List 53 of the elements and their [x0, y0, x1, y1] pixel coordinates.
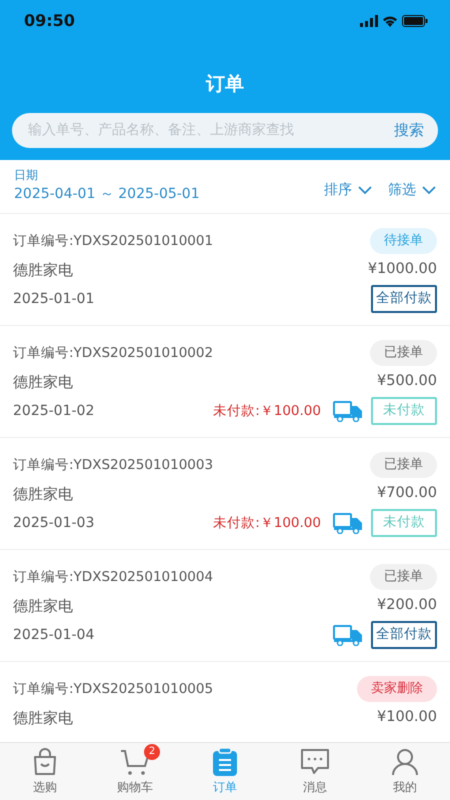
chevron-down-icon: [422, 186, 436, 194]
payment-button[interactable]: 未付款: [371, 397, 437, 425]
payment-button[interactable]: 全部付款: [371, 285, 437, 313]
battery-icon: [402, 15, 428, 27]
payment-button[interactable]: 未付款: [371, 509, 437, 537]
status-time: 09:50: [24, 10, 75, 32]
status-tag: 已接单: [370, 340, 437, 366]
order-amount: ¥100.00: [377, 708, 437, 728]
order-number: 订单编号:YDXS202501010005: [13, 680, 214, 699]
tab-item[interactable]: 2 购物车: [90, 743, 180, 800]
bag-icon: [32, 748, 58, 776]
tab-item[interactable]: 选购: [0, 743, 90, 800]
order-date: 2025-01-01: [13, 290, 94, 308]
order-amount: ¥700.00: [377, 484, 437, 504]
count-badge: 2: [144, 744, 160, 760]
order-number: 订单编号:YDXS202501010003: [13, 456, 214, 475]
shop-name: 德胜家电: [13, 372, 73, 393]
order-amount: ¥1000.00: [368, 260, 437, 280]
order-amount: ¥200.00: [377, 596, 437, 616]
order-number: 订单编号:YDXS202501010001: [13, 232, 214, 251]
person-icon: [391, 748, 419, 776]
shop-name: 德胜家电: [13, 708, 73, 729]
order-date: 2025-01-03: [13, 514, 94, 532]
shop-name: 德胜家电: [13, 596, 73, 617]
shop-name: 德胜家电: [13, 260, 73, 281]
search-button[interactable]: 搜索: [394, 118, 424, 142]
payment-button[interactable]: 全部付款: [371, 621, 437, 649]
order-date: 2025-01-04: [13, 626, 94, 644]
tab-item[interactable]: 订单: [180, 743, 270, 800]
cart-icon: [120, 748, 150, 776]
sort-dropdown[interactable]: 排序: [324, 180, 372, 200]
date-label: 日期: [14, 166, 39, 184]
page-title: 订单: [204, 72, 245, 97]
order-number: 订单编号:YDXS202501010002: [13, 344, 214, 363]
tab-item[interactable]: 消息: [270, 743, 360, 800]
chat-icon: [300, 748, 330, 776]
signal-icon: [360, 15, 378, 27]
unpaid-amount: 未付款:￥100.00: [213, 402, 321, 421]
order-date: 2025-01-02: [13, 402, 94, 420]
unpaid-amount: 未付款:￥100.00: [213, 514, 321, 533]
filter-dropdown[interactable]: 筛选: [388, 180, 436, 200]
status-tag: 卖家删除: [357, 676, 437, 702]
status-tag: 待接单: [370, 228, 437, 254]
tab-item[interactable]: 我的: [360, 743, 450, 800]
status-tag: 已接单: [370, 564, 437, 590]
wifi-icon: [382, 15, 398, 27]
date-range[interactable]: 2025-04-01 ～ 2025-05-01: [14, 184, 200, 204]
order-number: 订单编号:YDXS202501010004: [13, 568, 214, 587]
clipboard-icon: [212, 748, 238, 776]
shop-name: 德胜家电: [13, 484, 73, 505]
chevron-down-icon: [358, 186, 372, 194]
order-amount: ¥500.00: [377, 372, 437, 392]
status-tag: 已接单: [370, 452, 437, 478]
